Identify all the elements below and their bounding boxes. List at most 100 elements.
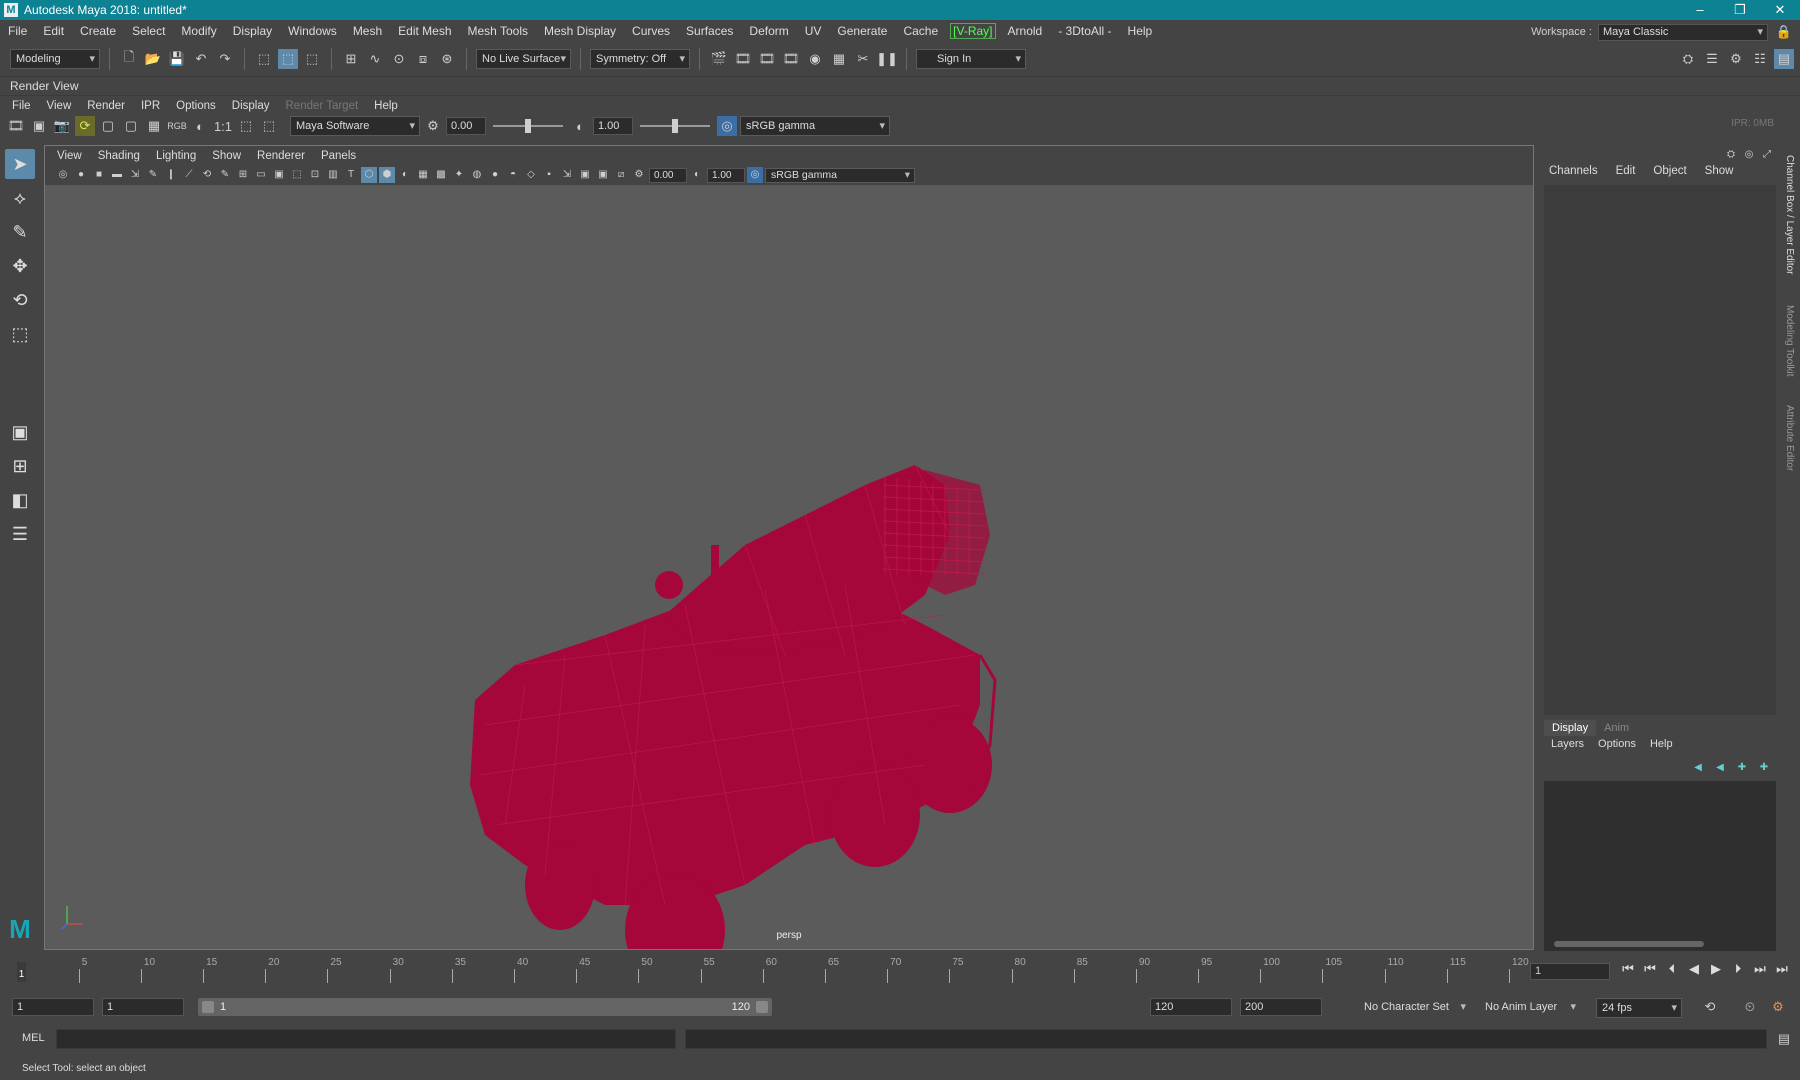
frame-image-icon[interactable]: ⬚	[236, 116, 256, 136]
tab-display[interactable]: Display	[1544, 720, 1597, 736]
exposure-slider[interactable]	[493, 119, 563, 133]
panel-menu-view[interactable]: View	[49, 150, 90, 162]
menuset-dropdown[interactable]: Modeling	[10, 48, 100, 69]
wireframe-on-shaded-icon[interactable]: ✎	[217, 167, 233, 183]
play-backwards-icon[interactable]: ◀	[1684, 961, 1704, 977]
layer-list-scrollbar[interactable]	[1554, 941, 1704, 947]
snapshot-icon[interactable]: 📷	[52, 116, 72, 136]
gamma-slider-knob[interactable]	[672, 119, 678, 133]
panel-menu-panels[interactable]: Panels	[313, 150, 364, 162]
step-back-frame-icon[interactable]: ⏴	[1662, 961, 1682, 977]
rv-menu-display[interactable]: Display	[224, 100, 278, 112]
scale-tool-icon[interactable]: ⬚	[5, 319, 35, 349]
grid-icon[interactable]: ⊞	[235, 167, 251, 183]
shadows-icon[interactable]: ◍	[469, 167, 485, 183]
time-slider[interactable]: 5 10 15 20 25 30 35 40 45 50 55 60 65 70 75 80 85 90 95 100…	[0, 955, 1800, 987]
move-layer-down-icon[interactable]: ◀	[1712, 759, 1728, 775]
snap-point-icon[interactable]: ⊙	[389, 49, 409, 69]
select-component-icon[interactable]: ⬚	[302, 49, 322, 69]
render-settings-icon[interactable]: 🎬	[709, 49, 729, 69]
single-perspective-view-icon[interactable]: ▣	[5, 417, 35, 447]
start-frame-field[interactable]: 1	[12, 998, 94, 1016]
rv-menu-view[interactable]: View	[39, 100, 80, 112]
xray-active-icon[interactable]: ▣	[595, 167, 611, 183]
rv-menu-ipr[interactable]: IPR	[133, 100, 168, 112]
xray-joints-toggle-icon[interactable]: ⧄	[613, 167, 629, 183]
exposure-icon[interactable]: ⚙	[631, 167, 647, 183]
gamma-icon[interactable]: ◐	[570, 116, 590, 136]
remove-image-icon[interactable]: ▦	[144, 116, 164, 136]
viewport-view-transform-dropdown[interactable]: sRGB gamma	[765, 167, 915, 183]
redo-render-icon[interactable]: 🎞	[6, 116, 26, 136]
step-forward-key-icon[interactable]: ⏭	[1750, 961, 1770, 977]
menu-arnold[interactable]: Arnold	[1000, 24, 1051, 38]
gate-mask-icon[interactable]: ⬚	[289, 167, 305, 183]
image-plane-icon[interactable]: ▬	[109, 167, 125, 183]
play-forwards-icon[interactable]: ▶	[1706, 961, 1726, 977]
bookmark-icon[interactable]: ■	[91, 167, 107, 183]
character-set-dropdown[interactable]: No Character Set	[1340, 998, 1470, 1018]
symmetry-dropdown[interactable]: Symmetry: Off	[590, 48, 690, 69]
menu-cache[interactable]: Cache	[895, 24, 946, 38]
anim-layer-dropdown[interactable]: No Anim Layer	[1480, 998, 1580, 1018]
renderer-dropdown[interactable]: Maya Software	[290, 116, 420, 136]
workspace-dropdown[interactable]: Maya Classic	[1598, 23, 1768, 41]
menu-curves[interactable]: Curves	[624, 24, 678, 38]
panel-menu-lighting[interactable]: Lighting	[148, 150, 204, 162]
render-view-icon[interactable]: 🎞	[781, 49, 801, 69]
rgb-channel-icon[interactable]: RGB	[167, 116, 187, 136]
hypershade-icon[interactable]: ◉	[805, 49, 825, 69]
view-transform-dropdown[interactable]: sRGB gamma	[740, 116, 890, 136]
ipr-icon[interactable]: ⟳	[75, 116, 95, 136]
motion-blur-icon[interactable]: ◓	[505, 167, 521, 183]
menu-windows[interactable]: Windows	[280, 24, 345, 38]
close-icon[interactable]: ✕	[1760, 0, 1800, 20]
range-end-handle[interactable]	[756, 1001, 768, 1013]
outliner-icon[interactable]: ☷	[1750, 49, 1770, 69]
real-size-icon[interactable]: 1:1	[213, 116, 233, 136]
rv-menu-help[interactable]: Help	[366, 100, 406, 112]
depth-of-field-icon[interactable]: ▪	[541, 167, 557, 183]
lights-icon[interactable]: ✦	[451, 167, 467, 183]
layer-menu-options[interactable]: Options	[1591, 738, 1643, 750]
outliner-layout-icon[interactable]: ☰	[5, 519, 35, 549]
channel-box-expand-icon[interactable]: ⤢	[1760, 147, 1774, 161]
film-gate-icon[interactable]: ▭	[253, 167, 269, 183]
channel-box-mode-icon[interactable]: ⛭	[1724, 147, 1738, 161]
isolate-icon[interactable]: ⟲	[199, 167, 215, 183]
range-start-handle[interactable]	[202, 1001, 214, 1013]
tab-modeling-toolkit[interactable]: Modeling Toolkit	[1784, 305, 1795, 377]
screen-space-ao-icon[interactable]: ●	[487, 167, 503, 183]
playback-start-field[interactable]: 1	[102, 998, 184, 1016]
open-scene-icon[interactable]: 📂	[143, 49, 163, 69]
step-forward-frame-icon[interactable]: ⏵	[1728, 961, 1748, 977]
sign-in-button[interactable]: Sign In	[916, 48, 1026, 69]
refresh-ipr-icon[interactable]: ▢	[98, 116, 118, 136]
exposure-field[interactable]: 0.00	[446, 117, 486, 135]
menu-file[interactable]: File	[0, 24, 35, 38]
tab-attribute-editor[interactable]: Attribute Editor	[1784, 405, 1795, 471]
rv-menu-render[interactable]: Render	[79, 100, 133, 112]
gamma-slider[interactable]	[640, 119, 710, 133]
xray-icon[interactable]: ▣	[577, 167, 593, 183]
paint-select-tool-icon[interactable]: ✎	[5, 217, 35, 247]
snap-curve-icon[interactable]: ∿	[365, 49, 385, 69]
menu-edit[interactable]: Edit	[35, 24, 72, 38]
gamma-field[interactable]: 1.00	[593, 117, 633, 135]
exposure-icon[interactable]: ⚙	[423, 116, 443, 136]
lock-icon[interactable]: 🔒	[1774, 22, 1794, 42]
menu-uv[interactable]: UV	[797, 24, 830, 38]
exposure-slider-knob[interactable]	[525, 119, 531, 133]
select-object-icon[interactable]: ⬚	[278, 48, 298, 69]
rv-menu-file[interactable]: File	[4, 100, 39, 112]
cb-menu-edit[interactable]: Edit	[1607, 165, 1645, 181]
menu-generate[interactable]: Generate	[829, 24, 895, 38]
render-current-frame-icon[interactable]: 🎞	[733, 49, 753, 69]
command-language-toggle[interactable]: MEL	[22, 1032, 45, 1044]
gamma-icon[interactable]: ◐	[689, 167, 705, 183]
channel-box-icon[interactable]: ▤	[1774, 49, 1794, 69]
range-bar[interactable]: 1 120	[198, 998, 772, 1016]
checker-icon[interactable]: ▩	[433, 167, 449, 183]
panel-menu-shading[interactable]: Shading	[90, 150, 148, 162]
tool-settings-icon[interactable]: ⚙	[1726, 49, 1746, 69]
